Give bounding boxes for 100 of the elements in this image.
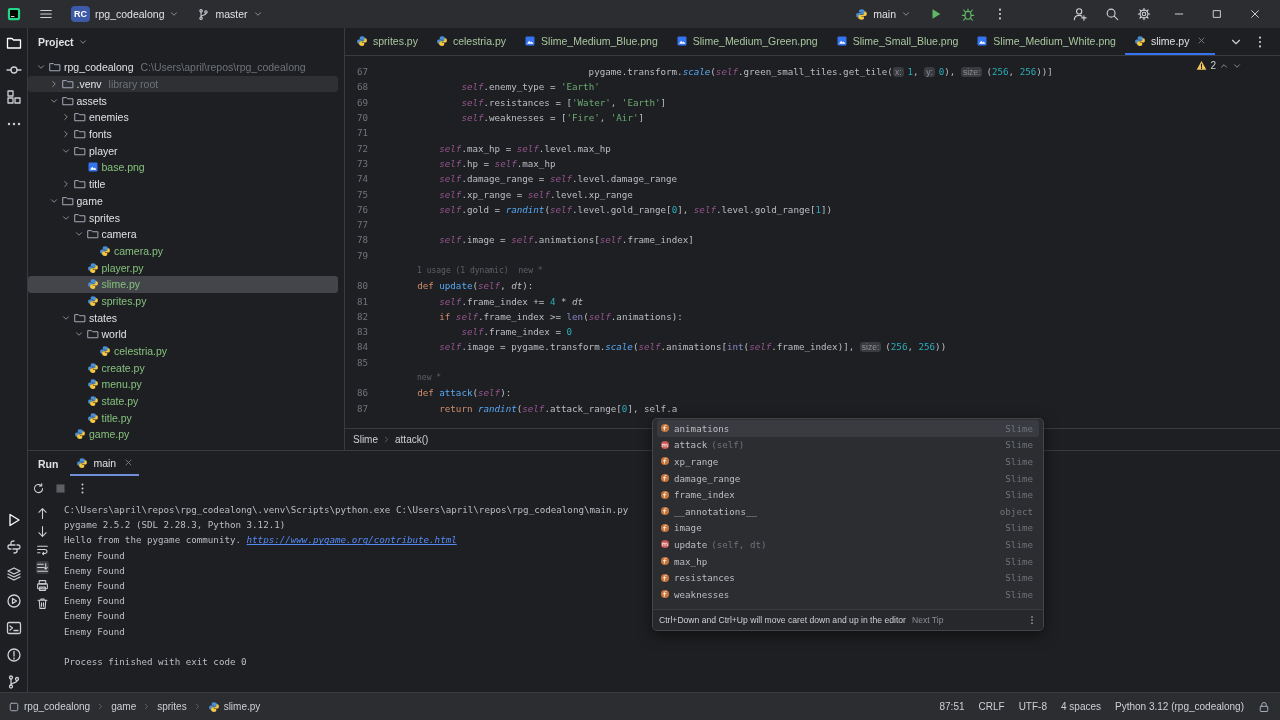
tree-item[interactable]: player.py [28, 259, 338, 276]
editor-tab[interactable]: Slime_Medium_Green.png [666, 28, 827, 55]
problems-icon[interactable] [5, 647, 22, 663]
tree-item[interactable]: sprites [28, 209, 338, 226]
tree-item[interactable]: title.py [28, 409, 338, 427]
tree-item[interactable]: celestria.py [28, 342, 338, 360]
rerun-icon[interactable] [32, 482, 45, 495]
debug-icon[interactable] [961, 7, 975, 21]
close-icon[interactable] [1249, 8, 1261, 20]
menu-icon[interactable] [39, 7, 53, 21]
tree-item[interactable]: enemies [28, 109, 338, 126]
editor-tab[interactable]: Slime_Small_Blue.png [826, 28, 968, 55]
tree-item[interactable]: world [28, 326, 338, 343]
breadcrumb-item[interactable]: rpg_codealong [8, 700, 91, 713]
project-view-icon[interactable] [5, 35, 22, 51]
editor-tab[interactable]: Slime_Medium_White.png [967, 28, 1125, 55]
type-hint: Slime [1005, 472, 1033, 484]
completion-item[interactable]: weaknesses Slime [657, 585, 1039, 603]
completion-item[interactable]: xp_range Slime [657, 453, 1039, 470]
arrow-up-icon[interactable] [35, 507, 49, 520]
completion-item[interactable]: max_hp Slime [657, 552, 1039, 570]
editor-tab[interactable]: sprites.py [347, 28, 427, 55]
tree-item[interactable]: states [28, 309, 338, 326]
tree-item[interactable]: state.py [28, 392, 338, 410]
status-item[interactable]: 87:51 [939, 701, 965, 712]
python-console-icon[interactable] [5, 539, 22, 555]
completion-item[interactable]: update (self, dt) Slime [657, 536, 1039, 553]
tree-item[interactable]: create.py [28, 359, 338, 377]
settings-icon[interactable] [1137, 7, 1151, 21]
tree-item[interactable]: .venv library root [28, 75, 338, 93]
project-view-selector[interactable]: Project [38, 36, 88, 48]
tree-item[interactable]: base.png [28, 159, 338, 176]
tree-item[interactable]: title [28, 175, 338, 193]
lock-icon[interactable] [1258, 700, 1270, 713]
breadcrumb-item[interactable]: sprites [157, 701, 187, 712]
status-item[interactable]: Python 3.12 (rpg_codealong) [1115, 701, 1244, 712]
editor-tab[interactable]: Slime_Medium_Blue.png [515, 28, 667, 55]
chevron-down-icon [901, 9, 911, 19]
folder-icon [61, 78, 74, 91]
line-number: 87 [355, 402, 369, 414]
tree-item[interactable]: game.py [28, 426, 338, 443]
project-button[interactable]: RC rpg_codealong [66, 3, 185, 25]
soft-wrap-icon[interactable] [35, 543, 49, 556]
breadcrumb-item[interactable]: slime.py [207, 700, 261, 713]
scroll-to-end-icon[interactable] [35, 561, 49, 574]
tree-item[interactable]: game [28, 192, 338, 210]
structure-icon[interactable] [5, 89, 22, 105]
image-file-icon [835, 34, 848, 47]
branch-button[interactable]: master [192, 3, 268, 25]
next-tip-link[interactable]: Next Tip [911, 615, 944, 625]
type-hint: Slime [1005, 572, 1033, 584]
editor-tab[interactable]: celestria.py [426, 28, 516, 55]
console-link[interactable]: https://www.pygame.org/contribute.html [246, 534, 457, 546]
tree-item[interactable]: player [28, 142, 338, 160]
breadcrumb-item[interactable]: Slime [353, 434, 378, 445]
field-icon [660, 423, 670, 434]
completion-item[interactable]: frame_index Slime [657, 486, 1039, 503]
app-logo-icon[interactable] [7, 7, 21, 21]
tree-item[interactable]: camera [28, 225, 338, 243]
tree-item[interactable]: rpg_codealong C:\Users\april\repos\rpg_codealong [28, 59, 338, 76]
folder-icon [86, 328, 99, 341]
completion-item[interactable]: attack (self) Slime [657, 436, 1039, 454]
breadcrumb-item[interactable]: game [111, 701, 137, 712]
line-number: 71 [355, 127, 369, 139]
completion-item[interactable]: damage_range Slime [657, 469, 1039, 487]
chevron-icon[interactable] [61, 129, 71, 140]
arrow-down-icon[interactable] [35, 525, 49, 538]
trash-icon[interactable] [35, 597, 49, 610]
status-item[interactable]: CRLF [978, 701, 1005, 712]
completion-item[interactable]: image Slime [657, 519, 1039, 537]
add-user-icon[interactable] [1073, 7, 1087, 21]
tree-item[interactable]: fonts [28, 125, 338, 143]
type-hint: Slime [1005, 588, 1033, 600]
services-icon[interactable] [5, 593, 22, 609]
terminal-icon[interactable] [5, 620, 22, 636]
folder-icon [74, 144, 86, 157]
chevron-icon[interactable] [61, 112, 71, 123]
tree-item[interactable]: assets [28, 92, 338, 110]
line-number: 78 [355, 234, 369, 246]
image-file-icon [524, 34, 537, 47]
completion-item[interactable]: resistances Slime [657, 569, 1039, 586]
breadcrumb-item[interactable]: attack() [395, 434, 429, 445]
print-icon[interactable] [35, 579, 49, 592]
stop-icon[interactable] [54, 482, 67, 495]
run-config-button[interactable]: main [850, 3, 916, 25]
run-tab[interactable]: main [70, 451, 140, 476]
tree-item[interactable]: camera.py [28, 242, 338, 260]
code-line: self.damage_range = self.level.damage_range [438, 173, 678, 185]
editor-tab[interactable]: slime.py [1124, 28, 1216, 55]
search-icon[interactable] [1105, 7, 1119, 21]
problems-widget[interactable]: 2 [1196, 60, 1242, 71]
status-item[interactable]: UTF-8 [1018, 701, 1047, 712]
tree-item[interactable]: sprites.py [28, 292, 338, 310]
layers-icon[interactable] [5, 566, 22, 582]
completion-item[interactable]: __annotations__ object [657, 502, 1039, 520]
status-item[interactable]: 4 spaces [1061, 701, 1101, 712]
tree-item[interactable]: slime.py [28, 275, 338, 293]
chevron-icon[interactable] [61, 179, 71, 190]
maximize-icon[interactable] [1211, 8, 1223, 20]
tree-item[interactable]: menu.py [28, 376, 338, 393]
